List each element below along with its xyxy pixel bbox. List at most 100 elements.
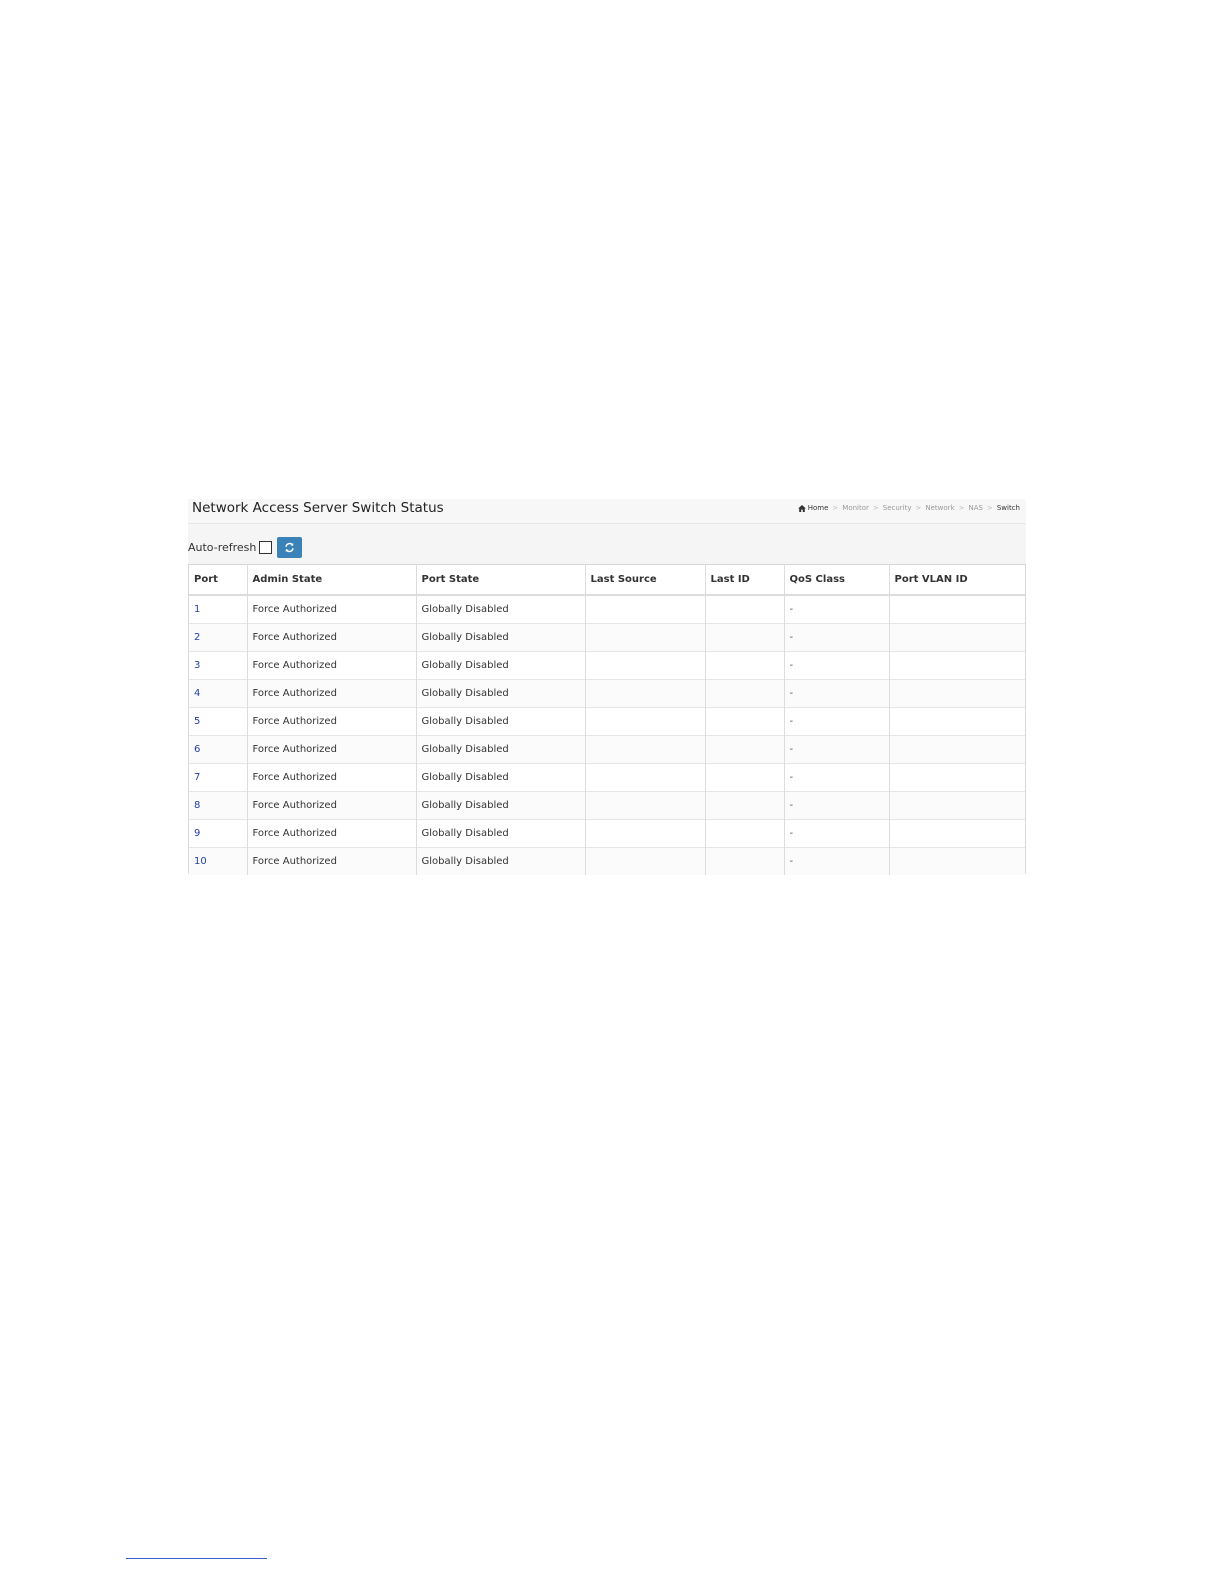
admin-state-cell: Force Authorized	[246, 679, 416, 708]
port-state-cell: Globally Disabled	[415, 707, 585, 736]
breadcrumb-switch: Switch	[996, 504, 1020, 512]
breadcrumb-separator: >	[832, 504, 839, 512]
refresh-button[interactable]	[277, 536, 303, 558]
port-link[interactable]: 3	[194, 660, 200, 671]
admin-state-cell: Force Authorized	[246, 707, 416, 736]
column-header-admin-state: Admin State	[246, 565, 416, 596]
admin-state-cell: Force Authorized	[246, 847, 416, 875]
breadcrumb-home[interactable]: Home	[797, 504, 829, 512]
port-state-cell: Globally Disabled	[415, 791, 585, 820]
last-id-cell	[704, 819, 784, 848]
port-state-cell: Globally Disabled	[415, 847, 585, 875]
port-state-cell: Globally Disabled	[415, 651, 585, 680]
last-source-cell	[584, 679, 705, 708]
last-id-cell	[704, 651, 784, 680]
port-state-cell: Globally Disabled	[415, 623, 585, 652]
home-icon	[797, 504, 806, 512]
last-source-cell	[584, 594, 705, 624]
port-link[interactable]: 6	[194, 744, 200, 755]
last-source-cell	[584, 707, 705, 736]
table-row: 6 Force Authorized Globally Disabled -	[189, 735, 1025, 764]
table-row: 9 Force Authorized Globally Disabled -	[189, 819, 1025, 848]
port-link[interactable]: 2	[194, 632, 200, 643]
port-vlan-id-cell	[888, 651, 1025, 680]
last-source-cell	[584, 819, 705, 848]
qos-class-cell: -	[783, 735, 889, 764]
breadcrumb-nas[interactable]: NAS	[969, 504, 983, 512]
qos-class-cell: -	[783, 594, 889, 624]
breadcrumb-network[interactable]: Network	[925, 504, 954, 512]
breadcrumb-home-label: Home	[807, 504, 829, 512]
table-row: 3 Force Authorized Globally Disabled -	[189, 651, 1025, 680]
nas-status-table-container: Port Admin State Port State Last Source …	[188, 564, 1026, 875]
qos-class-cell: -	[783, 791, 889, 820]
admin-state-cell: Force Authorized	[246, 735, 416, 764]
port-link[interactable]: 9	[194, 828, 200, 839]
port-link[interactable]: 8	[194, 800, 200, 811]
qos-class-cell: -	[783, 707, 889, 736]
auto-refresh-checkbox[interactable]	[259, 540, 273, 554]
admin-state-cell: Force Authorized	[246, 819, 416, 848]
status-panel: Network Access Server Switch Status Home…	[188, 499, 1026, 875]
port-vlan-id-cell	[888, 594, 1025, 624]
port-vlan-id-cell	[888, 763, 1025, 792]
qos-class-cell: -	[783, 763, 889, 792]
table-row: 2 Force Authorized Globally Disabled -	[189, 623, 1025, 652]
footnote-divider	[126, 1558, 267, 1559]
table-row: 10 Force Authorized Globally Disabled -	[189, 847, 1025, 875]
last-source-cell	[584, 763, 705, 792]
port-state-cell: Globally Disabled	[415, 594, 585, 624]
last-id-cell	[704, 623, 784, 652]
breadcrumb-separator: >	[915, 504, 922, 512]
admin-state-cell: Force Authorized	[246, 791, 416, 820]
port-vlan-id-cell	[888, 735, 1025, 764]
last-id-cell	[704, 594, 784, 624]
breadcrumb-monitor[interactable]: Monitor	[842, 504, 869, 512]
port-link[interactable]: 5	[194, 716, 200, 727]
last-id-cell	[704, 735, 784, 764]
port-vlan-id-cell	[888, 819, 1025, 848]
auto-refresh-label: Auto-refresh	[188, 540, 257, 554]
breadcrumb-separator: >	[872, 504, 879, 512]
breadcrumb-security[interactable]: Security	[883, 504, 912, 512]
port-link[interactable]: 7	[194, 772, 200, 783]
port-vlan-id-cell	[888, 791, 1025, 820]
last-source-cell	[584, 651, 705, 680]
page-title: Network Access Server Switch Status	[192, 500, 444, 516]
port-link[interactable]: 4	[194, 688, 200, 699]
port-vlan-id-cell	[888, 623, 1025, 652]
column-header-last-id: Last ID	[704, 565, 784, 596]
table-row: 4 Force Authorized Globally Disabled -	[189, 679, 1025, 708]
port-state-cell: Globally Disabled	[415, 735, 585, 764]
last-id-cell	[704, 707, 784, 736]
nas-status-table: Port Admin State Port State Last Source …	[189, 565, 1025, 875]
last-id-cell	[704, 763, 784, 792]
last-id-cell	[704, 679, 784, 708]
table-row: 5 Force Authorized Globally Disabled -	[189, 707, 1025, 736]
admin-state-cell: Force Authorized	[246, 623, 416, 652]
last-id-cell	[704, 847, 784, 875]
column-header-port-state: Port State	[415, 565, 585, 596]
qos-class-cell: -	[783, 819, 889, 848]
page-header: Network Access Server Switch Status Home…	[188, 499, 1026, 524]
port-link[interactable]: 10	[194, 856, 207, 867]
table-row: 7 Force Authorized Globally Disabled -	[189, 763, 1025, 792]
port-vlan-id-cell	[888, 679, 1025, 708]
column-header-port-vlan-id: Port VLAN ID	[888, 565, 1025, 596]
refresh-icon	[285, 542, 295, 552]
port-vlan-id-cell	[888, 707, 1025, 736]
admin-state-cell: Force Authorized	[246, 763, 416, 792]
qos-class-cell: -	[783, 679, 889, 708]
toolbar: Auto-refresh	[188, 535, 303, 559]
last-source-cell	[584, 623, 705, 652]
port-link[interactable]: 1	[194, 604, 200, 615]
port-state-cell: Globally Disabled	[415, 679, 585, 708]
last-source-cell	[584, 735, 705, 764]
port-state-cell: Globally Disabled	[415, 819, 585, 848]
breadcrumb-separator: >	[958, 504, 965, 512]
column-header-last-source: Last Source	[584, 565, 705, 596]
port-state-cell: Globally Disabled	[415, 763, 585, 792]
breadcrumb-separator: >	[986, 504, 993, 512]
table-row: 8 Force Authorized Globally Disabled -	[189, 791, 1025, 820]
last-source-cell	[584, 847, 705, 875]
